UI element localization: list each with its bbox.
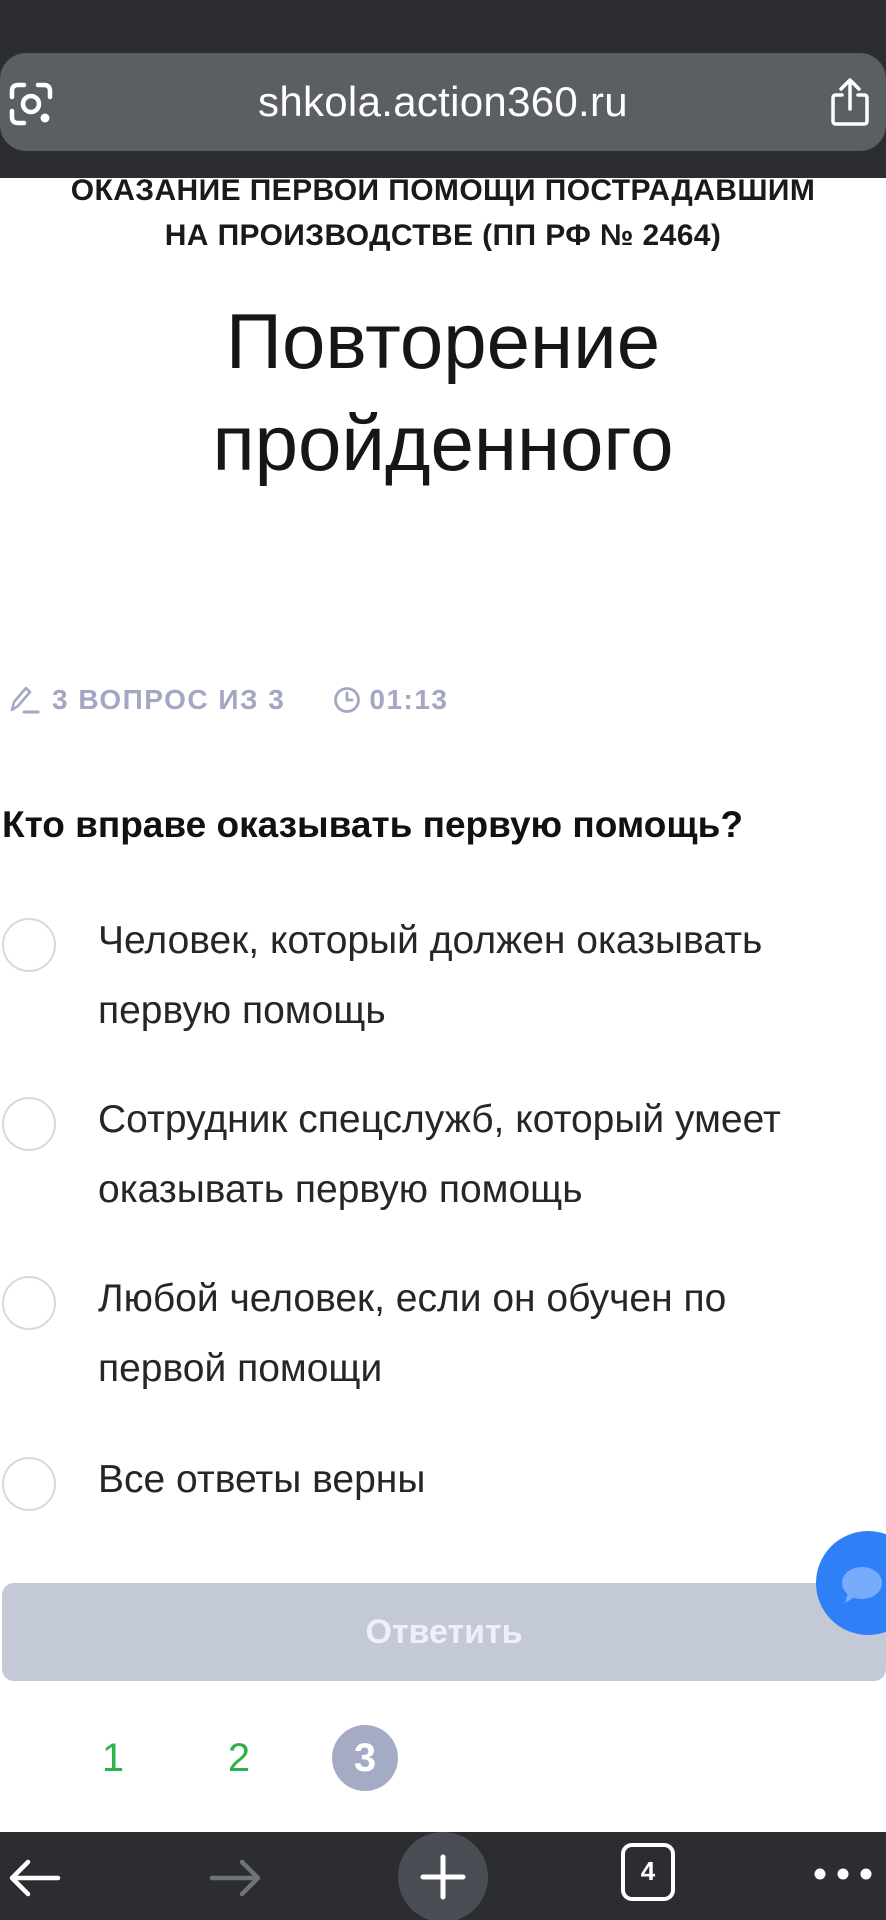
- new-tab-button[interactable]: [398, 1832, 488, 1920]
- answer-option-2[interactable]: Сотрудник спецслужб, который умеет оказы…: [0, 1085, 886, 1225]
- radio-button[interactable]: [2, 1457, 56, 1511]
- answer-button[interactable]: Ответить: [2, 1583, 886, 1681]
- question-meta: 3 вопрос из 3 01:13: [8, 682, 449, 718]
- question-pagination: 1 2 3: [0, 1725, 886, 1791]
- timer: 01:13: [369, 684, 449, 715]
- tabs-button[interactable]: 4: [620, 1842, 676, 1902]
- chat-bubble-icon: [842, 1567, 882, 1603]
- answer-option-label[interactable]: Любой человек, если он обучен по первой …: [98, 1264, 886, 1404]
- page-title-line-1: Повторение: [225, 297, 661, 385]
- answer-option-label[interactable]: Человек, который должен оказывать первую…: [98, 906, 886, 1046]
- address-bar[interactable]: shkola.action360.ru: [0, 53, 886, 151]
- question-text: Кто вправе оказывать первую помощь?: [2, 804, 743, 845]
- radio-button[interactable]: [2, 1276, 56, 1330]
- course-title-line-2: на производстве (ПП РФ № 2464): [164, 219, 722, 252]
- url-text[interactable]: shkola.action360.ru: [0, 53, 886, 151]
- arrow-right-icon[interactable]: [208, 1858, 264, 1898]
- radio-button[interactable]: [2, 1097, 56, 1151]
- course-title: Оказание первой помощи пострадавшим на п…: [0, 168, 886, 258]
- page-link-3-current[interactable]: 3: [332, 1725, 398, 1791]
- radio-button[interactable]: [2, 918, 56, 972]
- answer-option-3[interactable]: Любой человек, если он обучен по первой …: [0, 1264, 886, 1404]
- browser-bottom-toolbar: 4: [0, 1832, 886, 1920]
- page-title-line-2: пройденного: [212, 399, 674, 487]
- page-link-1[interactable]: 1: [80, 1725, 146, 1791]
- page: shkola.action360.ru Оказание первой помо…: [0, 0, 886, 1920]
- arrow-left-icon[interactable]: [6, 1858, 62, 1898]
- pen-icon: [10, 686, 40, 714]
- share-icon[interactable]: [828, 77, 872, 127]
- more-dots-icon[interactable]: [810, 1864, 876, 1884]
- browser-top-bar: shkola.action360.ru: [0, 0, 886, 178]
- page-link-2[interactable]: 2: [206, 1725, 272, 1791]
- answer-option-4[interactable]: Все ответы верны: [0, 1445, 886, 1515]
- answer-option-label[interactable]: Все ответы верны: [98, 1445, 886, 1515]
- question-progress: 3 вопрос из 3: [52, 684, 286, 715]
- tabs-count: 4: [640, 1856, 656, 1886]
- answer-option-label[interactable]: Сотрудник спецслужб, который умеет оказы…: [98, 1085, 886, 1225]
- clock-icon: [334, 687, 361, 713]
- page-title: Повторение пройденного: [0, 290, 886, 494]
- answer-option-1[interactable]: Человек, который должен оказывать первую…: [0, 906, 886, 1046]
